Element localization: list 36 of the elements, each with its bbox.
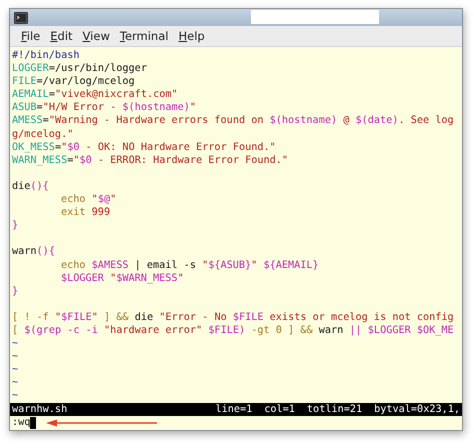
code-line: $LOGGER "$WARN_MESS" — [61, 272, 184, 285]
code-line: echo $AMESS | email -s "${ASUB}" ${AEMAIL} — [61, 258, 319, 272]
file-name: warnhw.sh — [12, 402, 68, 416]
menu-item[interactable]: File — [16, 28, 46, 44]
code-line: } — [12, 219, 18, 232]
code-line: AMESS="Warning - Hardware errors found on $(hostname) @ $(date). See log — [12, 114, 454, 128]
code-line: } — [12, 284, 18, 298]
empty-line-marker: ~ — [12, 364, 18, 376]
status-field: col=1 — [264, 402, 295, 416]
menu-item[interactable]: View — [78, 28, 115, 44]
menu-item[interactable]: Terminal — [114, 28, 174, 44]
code-line: [ $(grep -c -i "hardware error" $FILE) -gt 0 ] && warn || $LOGGER $OK_ME — [12, 324, 454, 338]
menu-item[interactable]: Help — [173, 28, 210, 44]
code-line: OK_MESS="$0 - OK: NO Hardware Error Found." — [12, 140, 276, 154]
empty-line-marker: ~ — [12, 351, 18, 362]
command-text: :wq — [12, 417, 30, 428]
code-line: WARN_MESS="$0 - ERROR: Hardware Error Found." — [12, 154, 288, 167]
code-line: [ ! -f "$FILE" ] && die "Error - No $FILE exists or mcelog is not config — [12, 310, 454, 324]
status-field: totlin=21 — [306, 402, 362, 416]
code-line: warn(){ — [12, 245, 55, 258]
code-line: FILE=/var/log/mcelog — [12, 75, 135, 88]
menu-item[interactable]: Edit — [45, 28, 78, 44]
code-line: AEMAIL="vivek@nixcraft.com" — [12, 88, 178, 102]
code-line: ASUB="H/W Error - $(hostname)" — [12, 101, 196, 114]
code-line: exit 999 — [61, 206, 110, 220]
code-line: die(){ — [12, 180, 49, 194]
code-line: LOGGER=/usr/bin/logger — [12, 62, 147, 76]
code-line: echo "$@" — [61, 193, 116, 206]
status-field: bytval=0x23,1, — [374, 402, 460, 416]
status-field: line=1 — [215, 402, 252, 416]
empty-line-marker: ~ — [12, 390, 18, 402]
empty-line-marker: ~ — [12, 338, 18, 350]
terminal-icon — [14, 12, 28, 24]
empty-line-marker: ~ — [12, 377, 18, 388]
code-line: g/mcelog." — [12, 128, 74, 141]
code-line: #!/bin/bash — [12, 49, 80, 62]
